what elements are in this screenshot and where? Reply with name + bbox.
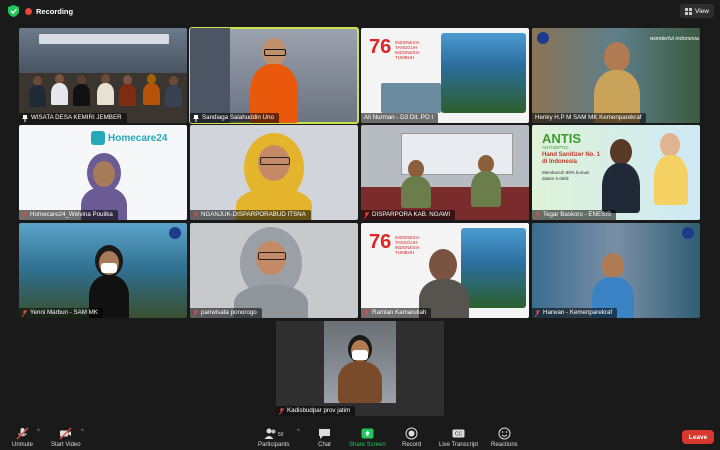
video-tile-nganjuk[interactable]: NGANJUK-DISPARPORABUD ITSNA [190,125,358,220]
video-tile-ali-nurman[interactable]: 76 INDONESIA TANGGUH INDONESIA TUMBUH Al… [361,28,529,123]
ri76-logo: 76 [369,231,392,253]
chevron-up-icon[interactable]: ^ [81,429,84,435]
emblem-icon [537,32,549,44]
antis-subtitle: ANTISEPTIC [542,145,569,150]
chevron-up-icon[interactable]: ^ [37,429,40,435]
participant-name-label: Ramlan Kamarullah [361,308,432,318]
microphone-muted-icon [279,407,284,415]
video-tile-kadisbudpar[interactable]: Kadisbudpar prov jatim [276,321,444,416]
live-transcript-button[interactable]: CC Live Transcript [439,427,478,448]
homecare-logo: Homecare24 [91,131,167,145]
participant-name-label: NGANJUK-DISPARPORABUD ITSNA [190,210,311,220]
pin-icon [22,114,28,122]
microphone-muted-icon [364,211,369,219]
record-icon [405,427,418,440]
closed-captions-icon: CC [452,429,465,438]
ri76-logo: 76 [369,36,392,58]
emoji-reaction-icon [498,427,511,440]
microphone-muted-icon [535,211,540,219]
participant-name-label: DISPARPORA KAB. NGAWI [361,210,456,220]
video-tile-homecare24[interactable]: Homecare24 Homecare24_Welvina Poulika [19,125,187,220]
emblem-icon [169,227,181,239]
microphone-muted-icon [22,211,27,219]
antis-logo: ANTIS [542,131,581,146]
participant-name-label: Harwan - Kemenparekraf [532,308,618,318]
unmute-button[interactable]: Unmute [12,427,33,448]
home-icon [91,131,105,145]
tourism-collage [461,228,526,308]
chat-button[interactable]: Chat [318,427,331,448]
tourism-collage [441,33,526,113]
share-screen-button[interactable]: Share Screen [349,427,386,448]
ri76-caption: INDONESIA TANGGUH INDONESIA TUMBUH [395,235,420,255]
participant-name-label: Henky H.P M SAM MK Kemenparekraf [532,113,647,123]
reactions-button[interactable]: Reactions [491,427,518,448]
svg-text:CC: CC [455,432,463,438]
ri76-caption: INDONESIA TANGGUH INDONESIA TUMBUH [395,40,420,60]
face-mask [101,263,117,273]
video-tile-pariwisata-ponorogo[interactable]: pariwisata ponorogo [190,223,358,318]
participant-name-label: Tegar Baskoro - ENESIS [532,210,617,220]
share-screen-icon [361,428,374,439]
video-tile-henky[interactable]: wonderful indonesia Henky H.P M SAM MK K… [532,28,700,123]
video-camera-off-icon [59,427,72,440]
top-bar: Recording View [0,0,720,22]
recording-label: Recording [36,6,74,16]
banner [39,34,169,44]
meeting-toolbar: Unmute ^ Start Video ^ 50 Participants ^… [0,423,720,450]
face-mask [352,350,368,360]
antis-headline: Hand Sanitizer No. 1 di Indonesia [542,152,601,165]
chevron-up-icon[interactable]: ^ [297,429,300,435]
video-tile-harwan[interactable]: Harwan - Kemenparekraf [532,223,700,318]
participant-name-label: Kadisbudpar prov jatim [276,406,356,416]
video-tile-sandiaga-uno[interactable]: Sandiaga Salahuddin Uno [189,27,359,124]
video-tile-tegar-baskoro[interactable]: ANTIS ANTISEPTIC Hand Sanitizer No. 1 di… [532,125,700,220]
glasses-icon [260,157,290,165]
participant-name-label: Yenni Marbun - SAM MK [19,308,103,318]
microphone-muted-icon [193,309,198,317]
view-label: View [695,7,709,15]
participants-button[interactable]: 50 Participants [258,427,289,448]
participant-name-label: Homecare24_Welvina Poulika [19,210,118,220]
shield-icon[interactable] [8,5,19,17]
participant-count: 50 [277,432,284,438]
emblem-icon [682,227,694,239]
recording-indicator[interactable]: Recording [25,5,73,17]
view-button[interactable]: View [680,4,714,18]
wonderful-indonesia-logo: wonderful indonesia [650,36,699,42]
video-tile-wisata-desa-kemiri[interactable]: WISATA DESA KEMIRI JEMBER [19,28,187,123]
grid-icon [685,7,693,15]
participant-name-label: WISATA DESA KEMIRI JEMBER [19,113,127,123]
video-tile-yenni-marbun[interactable]: Yenni Marbun - SAM MK [19,223,187,318]
microphone-muted-icon [364,309,369,317]
glasses-icon [264,49,286,56]
camera-feed [324,321,396,403]
antis-claim: Membunuh 99% kuman dalam 6 detik [542,170,590,181]
boat-image [381,83,441,113]
participants-icon [264,428,276,439]
participant-name-label: pariwisata ponorogo [190,308,262,318]
participant-name-label: Sandiaga Salahuddin Uno [190,113,279,123]
microphone-muted-icon [535,309,540,317]
pin-icon [193,114,199,122]
glasses-icon [258,252,286,260]
microphone-muted-icon [22,309,27,317]
microphone-muted-icon [193,211,198,219]
video-tile-ngawi[interactable]: DISPARPORA KAB. NGAWI [361,125,529,220]
microphone-muted-icon [16,427,29,440]
video-tile-ramlan-kamarullah[interactable]: 76 INDONESIA TANGGUH INDONESIA TUMBUH Ra… [361,223,529,318]
record-button[interactable]: Record [402,427,421,448]
participant-name-label: Ali Nurman - D3 Dit. PO I [361,113,439,123]
door-background [190,28,230,123]
recording-dot-icon [25,7,32,15]
leave-button[interactable]: Leave [682,430,714,444]
chat-icon [319,429,330,439]
start-video-button[interactable]: Start Video [51,427,81,448]
